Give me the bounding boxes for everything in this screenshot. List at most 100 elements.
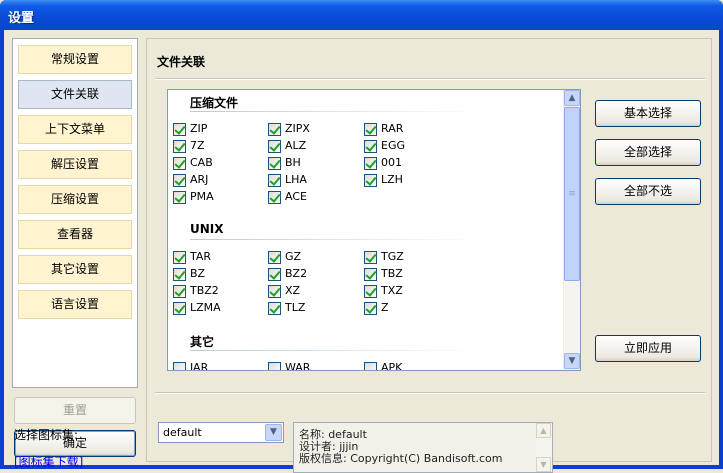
checkbox-label: EGG: [381, 139, 405, 152]
checkbox-label: BZ2: [285, 267, 308, 280]
checkbox-box[interactable]: [173, 268, 186, 281]
section-divider: [155, 78, 705, 80]
checkbox-box[interactable]: [364, 140, 377, 153]
icon-set-info-box: 名称: default 设计者: jjjin 版权信息: Copyright(C…: [293, 422, 553, 473]
checkbox-box[interactable]: [268, 268, 281, 281]
checkbox-box[interactable]: [173, 285, 186, 298]
checkbox-label: TBZ: [381, 267, 403, 280]
checkbox-box[interactable]: [173, 157, 186, 170]
settings-window: 设置 常规设置 文件关联 上下文菜单 解压设置 压缩设置 查看器 其它设置 语言…: [0, 0, 723, 473]
apply-now-button[interactable]: 立即应用: [595, 335, 701, 362]
checkbox-label: GZ: [285, 250, 302, 263]
info-scrollbar[interactable]: ▲ ▼: [536, 423, 552, 472]
scroll-down-icon[interactable]: ▼: [536, 457, 551, 472]
checkbox-box[interactable]: [173, 362, 186, 370]
checkbox-label: XZ: [285, 284, 301, 297]
checkbox-box[interactable]: [268, 362, 281, 370]
nav-item-general[interactable]: 常规设置: [18, 45, 132, 74]
checkbox-box[interactable]: [364, 302, 377, 315]
group-divider: [190, 350, 480, 351]
checkbox-box[interactable]: [364, 362, 377, 370]
scroll-up-icon[interactable]: ▲: [536, 423, 551, 438]
checkbox-label: ACE: [285, 190, 307, 203]
section-title: 文件关联: [157, 55, 206, 69]
checkbox-box[interactable]: [173, 191, 186, 204]
checkbox-label: LZMA: [190, 301, 221, 314]
checkbox-box[interactable]: [268, 123, 281, 136]
icon-set-value: default: [163, 426, 202, 439]
checkbox-label: Z: [381, 301, 389, 314]
checkbox-box[interactable]: [268, 285, 281, 298]
group-title-archives: 压缩文件: [190, 96, 239, 110]
checkbox-box[interactable]: [268, 157, 281, 170]
checkbox-label: 001: [381, 156, 402, 169]
checkbox-label: PMA: [190, 190, 214, 203]
checkbox-box[interactable]: [364, 157, 377, 170]
checkbox-box[interactable]: [173, 251, 186, 264]
checkbox-label: TAR: [190, 250, 212, 263]
checkbox-label: TXZ: [381, 284, 403, 297]
icon-set-select[interactable]: default ▼: [158, 422, 284, 443]
checkbox-label: ZIP: [190, 122, 208, 135]
checkbox-box[interactable]: [173, 140, 186, 153]
checkbox-box[interactable]: [364, 268, 377, 281]
nav-item-context-menu[interactable]: 上下文菜单: [18, 115, 132, 144]
nav-item-file-association[interactable]: 文件关联: [18, 80, 132, 109]
nav-item-viewer[interactable]: 查看器: [18, 220, 132, 249]
reset-button[interactable]: 重置: [14, 397, 136, 424]
checkbox-box[interactable]: [268, 302, 281, 315]
window-client: 常规设置 文件关联 上下文菜单 解压设置 压缩设置 查看器 其它设置 语言设置 …: [4, 30, 719, 473]
nav-item-language[interactable]: 语言设置: [18, 290, 132, 319]
icon-set-download-link[interactable]: [图标集下载]: [14, 453, 83, 470]
checkbox-box[interactable]: [268, 191, 281, 204]
basic-select-button[interactable]: 基本选择: [595, 100, 701, 127]
select-all-button[interactable]: 全部选择: [595, 139, 701, 166]
icon-set-label: 选择图标集:: [14, 428, 79, 442]
checkbox-box[interactable]: [268, 140, 281, 153]
checkbox-box[interactable]: [173, 123, 186, 136]
checkbox-label: ARJ: [190, 173, 209, 186]
bottom-divider: [155, 392, 705, 394]
checkbox-label: APK: [381, 361, 403, 371]
checkbox-label: CAB: [190, 156, 213, 169]
window-title: 设置: [8, 11, 35, 26]
group-title-other: 其它: [190, 335, 215, 349]
checkbox-label: ZIPX: [285, 122, 310, 135]
chevron-down-icon[interactable]: ▼: [265, 424, 282, 441]
checkbox-label: BH: [285, 156, 301, 169]
checkbox-label: BZ: [190, 267, 206, 280]
checkbox-label: TBZ2: [190, 284, 219, 297]
deselect-all-button[interactable]: 全部不选: [595, 178, 701, 205]
nav-item-compress[interactable]: 压缩设置: [18, 185, 132, 214]
checkbox-box[interactable]: [268, 251, 281, 264]
nav-item-extract[interactable]: 解压设置: [18, 150, 132, 179]
nav-item-other[interactable]: 其它设置: [18, 255, 132, 284]
checkbox-label: WAR: [285, 361, 311, 371]
scroll-thumb[interactable]: ≡: [564, 107, 580, 281]
checkbox-label: JAR: [190, 361, 209, 371]
checkbox-label: LHA: [285, 173, 307, 186]
group-title-unix: UNIX: [190, 222, 224, 236]
checkbox-label: TLZ: [285, 301, 306, 314]
title-bar[interactable]: 设置: [0, 0, 723, 30]
checkbox-box[interactable]: [173, 302, 186, 315]
scroll-down-icon[interactable]: ▼: [564, 353, 580, 369]
checkbox-box[interactable]: [364, 174, 377, 187]
checkbox-box[interactable]: [268, 174, 281, 187]
checkbox-label: 7Z: [190, 139, 205, 152]
checkbox-box[interactable]: [364, 123, 377, 136]
group-divider: [190, 239, 480, 240]
checkbox-box[interactable]: [364, 285, 377, 298]
info-copyright: 版权信息: Copyright(C) Bandisoft.com: [299, 452, 503, 465]
checkbox-label: TGZ: [381, 250, 404, 263]
list-scrollbar[interactable]: ▲ ≡ ▼: [563, 90, 580, 370]
settings-nav: 常规设置 文件关联 上下文菜单 解压设置 压缩设置 查看器 其它设置 语言设置: [12, 38, 138, 388]
checkbox-label: LZH: [381, 173, 403, 186]
scroll-up-icon[interactable]: ▲: [564, 90, 580, 106]
checkbox-box[interactable]: [173, 174, 186, 187]
group-divider: [190, 111, 480, 112]
file-association-panel: 文件关联 压缩文件 ZIP ZIPX RAR 7Z ALZ EGG CAB BH…: [146, 38, 712, 462]
checkbox-box[interactable]: [364, 251, 377, 264]
checkbox-label: ALZ: [285, 139, 307, 152]
checkbox-label: RAR: [381, 122, 404, 135]
